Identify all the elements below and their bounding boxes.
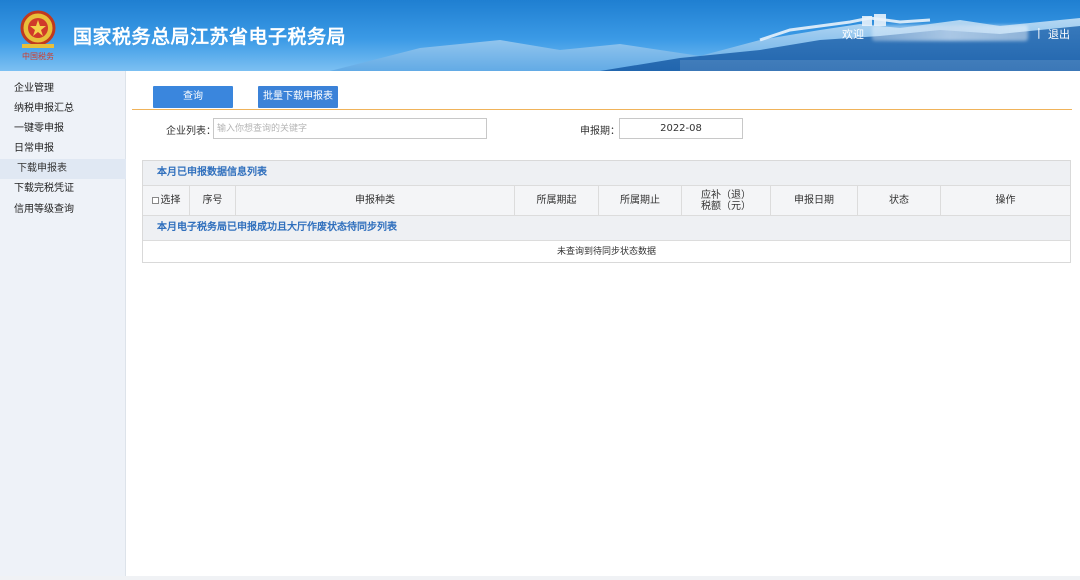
query-button[interactable]: 查询 xyxy=(153,86,233,108)
toolbar-divider xyxy=(132,109,1072,110)
batch-download-button[interactable]: 批量下载申报表 xyxy=(258,86,338,108)
sidebar-item-download-returns[interactable]: 下载申报表 xyxy=(0,159,126,179)
period-field[interactable]: 2022-08 xyxy=(619,118,743,139)
table-header: 选择 序号 申报种类 所属期起 所属期止 应补（退） 税额（元） 申报日期 状态… xyxy=(143,185,1070,216)
header-select-label: 选择 xyxy=(160,195,181,206)
select-all-checkbox[interactable] xyxy=(151,197,159,204)
period-label: 申报期： xyxy=(580,126,620,137)
section-title-filed-this-month: 本月已申报数据信息列表 xyxy=(143,161,1070,185)
header-action: 操作 xyxy=(995,195,1016,206)
header-filing-type: 申报种类 xyxy=(236,186,515,215)
bottom-edge xyxy=(0,576,1080,580)
sidebar-item-credit-rating[interactable]: 信用等级查询 xyxy=(0,200,126,220)
sidebar-item-daily-filing[interactable]: 日常申报 xyxy=(0,139,126,159)
header-status: 状态 xyxy=(858,186,941,215)
header-seq: 序号 xyxy=(190,186,236,215)
tax-bureau-emblem-icon: 中国税务 xyxy=(20,10,56,61)
header-filing-date: 申报日期 xyxy=(771,186,858,215)
filing-table-panel: 本月已申报数据信息列表 选择 序号 申报种类 所属期起 所属期止 应补（退） 税… xyxy=(142,160,1071,263)
sidebar-item-tax-summary[interactable]: 纳税申报汇总 xyxy=(0,99,126,119)
empty-state-row: 未查询到待同步状态数据 xyxy=(143,240,1070,262)
header-select: 选择 xyxy=(143,186,190,215)
sidebar-item-download-certificates[interactable]: 下载完税凭证 xyxy=(0,179,126,199)
header-tax-line2: 税额（元） xyxy=(701,200,751,212)
username-redacted xyxy=(872,25,1028,41)
company-list-label: 企业列表： xyxy=(166,126,216,137)
welcome-text: 欢迎 xyxy=(842,28,864,41)
header-tax-amount: 应补（退） 税额（元） xyxy=(682,186,771,215)
header-tax-line1: 应补（退） xyxy=(701,189,751,201)
sidebar-item-enterprise-management[interactable]: 企业管理 xyxy=(0,79,126,99)
section-title-pending-sync: 本月电子税务局已申报成功且大厅作废状态待同步列表 xyxy=(143,216,1070,240)
sidebar-nav: 企业管理 纳税申报汇总 一键零申报 日常申报 下载申报表 下载完税凭证 信用等级… xyxy=(0,71,126,580)
sidebar-item-zero-filing[interactable]: 一键零申报 xyxy=(0,119,126,139)
emblem-caption: 中国税务 xyxy=(22,51,54,61)
logout-link[interactable]: 退出 xyxy=(1048,26,1070,42)
header-separator: | xyxy=(1037,26,1041,39)
company-search-input[interactable] xyxy=(213,118,487,139)
top-banner: 中国税务 国家税务总局江苏省电子税务局 欢迎 | 退出 xyxy=(0,0,1080,71)
header-period-end: 所属期止 xyxy=(599,186,682,215)
header-period-start: 所属期起 xyxy=(515,186,599,215)
site-title: 国家税务总局江苏省电子税务局 xyxy=(73,26,347,48)
